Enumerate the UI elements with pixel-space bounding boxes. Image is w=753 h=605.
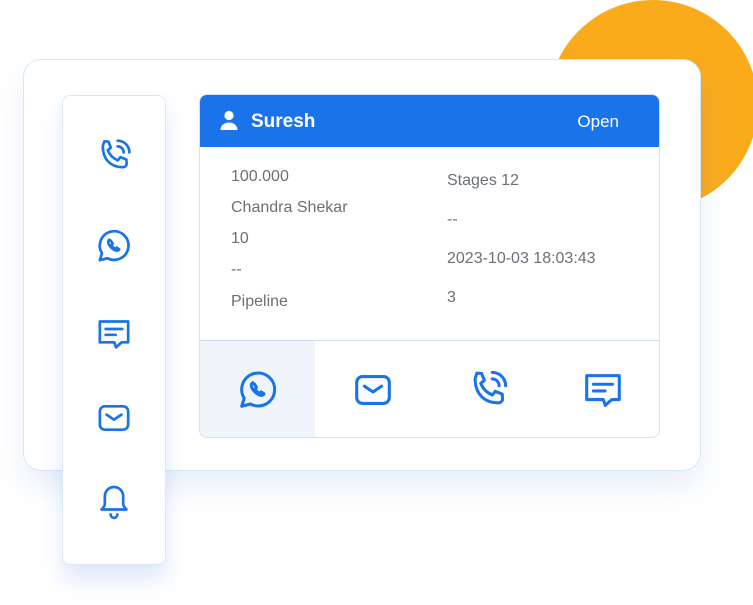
detail-value: 100.000 xyxy=(231,168,289,185)
detail-empty: -- xyxy=(231,261,242,278)
detail-datetime: 2023-10-03 18:03:43 xyxy=(447,250,596,267)
detail-number: 3 xyxy=(447,289,456,306)
call-action-button[interactable] xyxy=(430,341,545,437)
message-icon[interactable] xyxy=(92,312,136,356)
whatsapp-action-button[interactable] xyxy=(200,341,315,437)
whatsapp-icon xyxy=(239,371,276,408)
status-badge: Open xyxy=(577,112,619,131)
contact-name: Suresh xyxy=(251,111,316,132)
detail-stages: Stages 12 xyxy=(447,172,520,189)
contact-card: Suresh Open 100.000 Chandra Shekar 10 --… xyxy=(199,94,660,438)
detail-owner: Chandra Shekar xyxy=(231,199,348,216)
whatsapp-icon[interactable] xyxy=(92,224,136,268)
detail-empty-right: -- xyxy=(447,211,458,228)
detail-pipeline: Pipeline xyxy=(231,293,288,310)
mail-action-button[interactable] xyxy=(315,341,430,437)
action-bar xyxy=(200,340,659,437)
user-icon xyxy=(220,110,238,130)
card-header: Suresh Open xyxy=(200,95,659,147)
phone-call-icon xyxy=(473,370,507,405)
message-action-button[interactable] xyxy=(545,341,659,437)
sidebar xyxy=(62,95,166,565)
message-icon xyxy=(584,374,621,407)
detail-count: 10 xyxy=(231,230,249,247)
mail-icon[interactable] xyxy=(92,396,136,440)
bell-icon[interactable] xyxy=(92,480,136,524)
mail-icon xyxy=(354,375,391,405)
phone-call-icon[interactable] xyxy=(92,134,136,178)
